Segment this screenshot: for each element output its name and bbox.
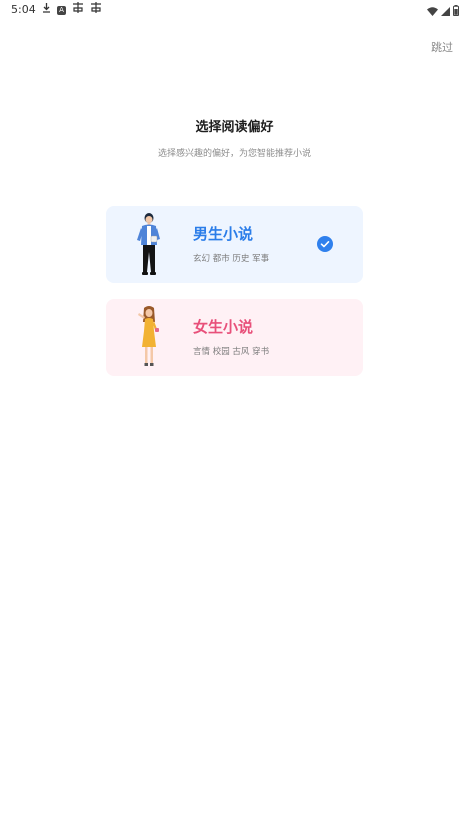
- app-icon: [72, 2, 84, 18]
- signal-icon: [441, 1, 450, 20]
- check-icon: [317, 236, 333, 252]
- status-icons-left: A: [42, 2, 102, 18]
- battery-icon: [453, 1, 459, 20]
- status-icons-right: [427, 3, 459, 17]
- female-novel-title: 女生小说: [193, 318, 254, 336]
- female-novel-tags: 言情 校园 古风 穿书: [193, 347, 270, 357]
- page-subtitle: 选择感兴趣的偏好，为您智能推荐小说: [157, 149, 311, 159]
- wifi-icon: [427, 1, 438, 20]
- app-icon: [90, 2, 102, 18]
- page-title: 选择阅读偏好: [195, 120, 274, 135]
- female-figure-icon: [138, 306, 159, 366]
- skip-button[interactable]: 跳过: [431, 39, 453, 55]
- male-novel-tags: 玄幻 都市 历史 军事: [193, 254, 270, 264]
- female-novel-option[interactable]: 女生小说 言情 校园 古风 穿书: [106, 299, 363, 376]
- male-novel-option[interactable]: 男生小说 玄幻 都市 历史 军事: [106, 206, 363, 283]
- male-novel-title: 男生小说: [193, 225, 254, 243]
- status-bar: 5:04 A: [0, 0, 469, 22]
- a-icon: A: [57, 5, 66, 15]
- download-icon: [42, 2, 51, 18]
- status-time: 5:04: [11, 3, 36, 16]
- male-figure-icon: [137, 213, 160, 275]
